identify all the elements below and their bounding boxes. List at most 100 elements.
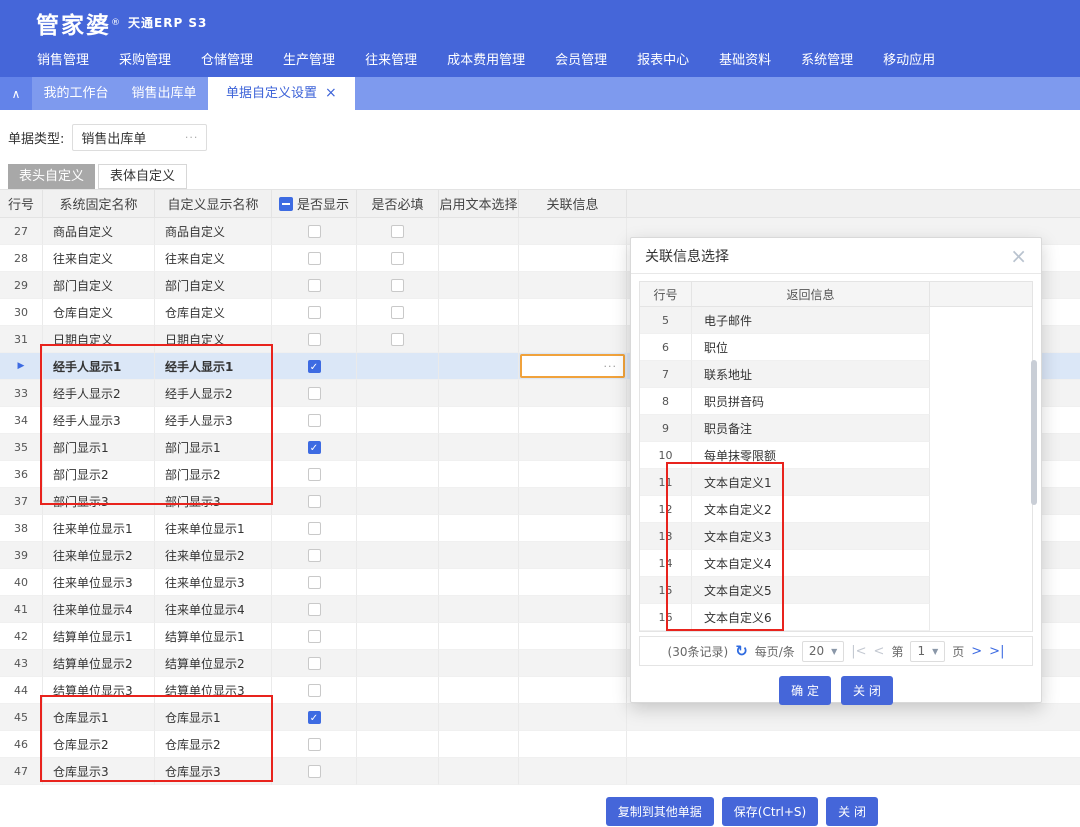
display-name-cell[interactable]: 往来单位显示2 (155, 542, 272, 569)
dialog-return-info-cell[interactable]: 文本自定义1 (692, 469, 930, 496)
dialog-scrollbar[interactable] (1031, 360, 1037, 505)
display-name-cell[interactable]: 仓库显示3 (155, 758, 272, 785)
show-checkbox[interactable] (308, 468, 321, 481)
show-checkbox[interactable] (308, 279, 321, 292)
page-tab[interactable]: 单据自定义设置× (208, 77, 355, 110)
required-checkbox[interactable] (391, 279, 404, 292)
show-checkbox[interactable] (308, 225, 321, 238)
dialog-return-info-cell[interactable]: 文本自定义6 (692, 604, 930, 631)
display-name-cell[interactable]: 仓库自定义 (155, 299, 272, 326)
display-name-cell[interactable]: 经手人显示3 (155, 407, 272, 434)
show-checkbox[interactable]: ✓ (308, 711, 321, 724)
show-checkbox[interactable] (308, 414, 321, 427)
display-name-cell[interactable]: 往来单位显示1 (155, 515, 272, 542)
link-lookup-icon[interactable]: ··· (604, 360, 618, 373)
dialog-row[interactable]: 13文本自定义3 (640, 523, 1032, 550)
menu-item-5[interactable]: 往来管理 (350, 45, 432, 77)
dialog-return-info-cell[interactable]: 每单抹零限额 (692, 442, 930, 469)
show-checkbox[interactable] (308, 630, 321, 643)
show-checkbox[interactable] (308, 522, 321, 535)
dialog-row[interactable]: 16文本自定义6 (640, 604, 1032, 631)
page-tab[interactable]: 我的工作台 (32, 77, 120, 110)
menu-item-11[interactable]: 移动应用 (868, 45, 950, 77)
show-checkbox[interactable] (308, 333, 321, 346)
dialog-row[interactable]: 5电子邮件 (640, 307, 1032, 334)
doc-type-input[interactable]: 销售出库单 ··· (72, 124, 207, 151)
dialog-row[interactable]: 6职位 (640, 334, 1032, 361)
menu-item-4[interactable]: 生产管理 (268, 45, 350, 77)
display-name-cell[interactable]: 日期自定义 (155, 326, 272, 353)
display-name-cell[interactable]: 仓库显示2 (155, 731, 272, 758)
show-checkbox[interactable] (308, 576, 321, 589)
show-checkbox[interactable]: ✓ (308, 441, 321, 454)
per-page-select[interactable]: 20 ▼ (802, 641, 844, 662)
required-checkbox[interactable] (391, 306, 404, 319)
dialog-ok-button[interactable]: 确 定 (779, 676, 831, 705)
copy-to-other-docs-button[interactable]: 复制到其他单据 (606, 797, 714, 826)
table-row[interactable]: 45仓库显示1仓库显示1✓ (0, 704, 1080, 731)
menu-item-7[interactable]: 会员管理 (540, 45, 622, 77)
dialog-row[interactable]: 10每单抹零限额 (640, 442, 1032, 469)
dialog-row[interactable]: 9职员备注 (640, 415, 1032, 442)
table-row[interactable]: 47仓库显示3仓库显示3 (0, 758, 1080, 785)
dialog-return-info-cell[interactable]: 文本自定义4 (692, 550, 930, 577)
display-name-cell[interactable]: 部门显示3 (155, 488, 272, 515)
prev-page-button[interactable]: < (874, 644, 885, 659)
display-name-cell[interactable]: 商品自定义 (155, 218, 272, 245)
menu-item-6[interactable]: 成本费用管理 (432, 45, 540, 77)
dialog-return-info-cell[interactable]: 电子邮件 (692, 307, 930, 334)
show-checkbox[interactable]: ✓ (308, 360, 321, 373)
display-name-cell[interactable]: 经手人显示1 (155, 353, 272, 380)
doc-type-lookup-icon[interactable]: ··· (185, 131, 199, 144)
dialog-return-info-cell[interactable]: 文本自定义5 (692, 577, 930, 604)
first-page-button[interactable]: |< (851, 644, 866, 659)
display-name-cell[interactable]: 结算单位显示3 (155, 677, 272, 704)
show-checkbox[interactable] (308, 603, 321, 616)
last-page-button[interactable]: >| (989, 644, 1004, 659)
subtab-active[interactable]: 表头自定义 (8, 164, 95, 189)
menu-item-3[interactable]: 仓储管理 (186, 45, 268, 77)
table-row[interactable]: 46仓库显示2仓库显示2 (0, 731, 1080, 758)
menu-item-10[interactable]: 系统管理 (786, 45, 868, 77)
display-name-cell[interactable]: 部门显示2 (155, 461, 272, 488)
dialog-return-info-cell[interactable]: 职位 (692, 334, 930, 361)
display-name-cell[interactable]: 仓库显示1 (155, 704, 272, 731)
show-checkbox[interactable] (308, 252, 321, 265)
tab-close-icon[interactable]: × (325, 77, 337, 110)
show-checkbox[interactable] (308, 738, 321, 751)
save-button[interactable]: 保存(Ctrl+S) (722, 797, 818, 826)
display-name-cell[interactable]: 往来单位显示4 (155, 596, 272, 623)
dialog-return-info-cell[interactable]: 职员备注 (692, 415, 930, 442)
display-name-cell[interactable]: 结算单位显示1 (155, 623, 272, 650)
show-checkbox[interactable] (308, 387, 321, 400)
dialog-row[interactable]: 12文本自定义2 (640, 496, 1032, 523)
menu-item-9[interactable]: 基础资料 (704, 45, 786, 77)
close-button[interactable]: 关 闭 (826, 797, 878, 826)
display-name-cell[interactable]: 往来单位显示3 (155, 569, 272, 596)
page-tab[interactable]: 销售出库单 (120, 77, 208, 110)
dialog-row[interactable]: 14文本自定义4 (640, 550, 1032, 577)
show-checkbox[interactable] (308, 684, 321, 697)
dialog-return-info-cell[interactable]: 职员拼音码 (692, 388, 930, 415)
dialog-return-info-cell[interactable]: 文本自定义3 (692, 523, 930, 550)
menu-item-2[interactable]: 采购管理 (104, 45, 186, 77)
show-checkbox[interactable] (308, 306, 321, 319)
display-name-cell[interactable]: 经手人显示2 (155, 380, 272, 407)
next-page-button[interactable]: > (971, 644, 982, 659)
required-checkbox[interactable] (391, 252, 404, 265)
display-name-cell[interactable]: 部门显示1 (155, 434, 272, 461)
required-checkbox[interactable] (391, 333, 404, 346)
dialog-close-button[interactable]: 关 闭 (841, 676, 893, 705)
link-info-editor[interactable]: ··· (520, 354, 625, 378)
show-checkbox[interactable] (308, 657, 321, 670)
required-checkbox[interactable] (391, 225, 404, 238)
show-checkbox[interactable] (308, 549, 321, 562)
dialog-row[interactable]: 7联系地址 (640, 361, 1032, 388)
dialog-return-info-cell[interactable]: 联系地址 (692, 361, 930, 388)
page-select[interactable]: 1 ▼ (910, 641, 945, 662)
dialog-row[interactable]: 8职员拼音码 (640, 388, 1032, 415)
display-name-cell[interactable]: 结算单位显示2 (155, 650, 272, 677)
menu-item-1[interactable]: 销售管理 (22, 45, 104, 77)
select-all-checkbox[interactable] (279, 197, 293, 211)
refresh-icon[interactable]: ↻ (735, 642, 748, 660)
